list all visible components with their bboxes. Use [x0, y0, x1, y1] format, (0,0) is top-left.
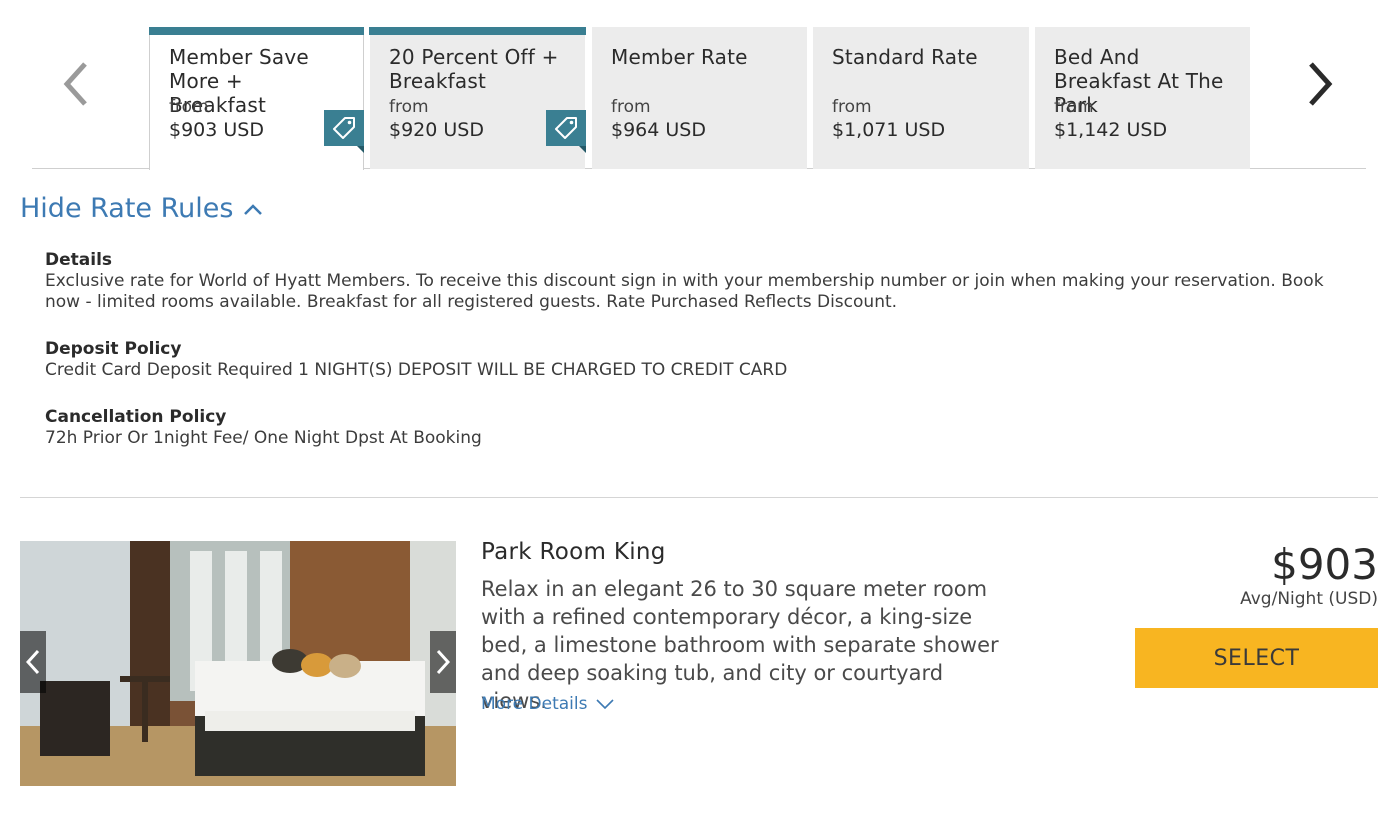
rate-tab-bed-and-breakfast-at-the-park[interactable]: Bed And Breakfast At The Park from $1,14… [1035, 27, 1250, 169]
chevron-left-icon [26, 649, 40, 675]
selected-tab-accent [149, 27, 364, 35]
rate-tab-price: $1,142 USD [1054, 119, 1168, 141]
rate-tab-price: $1,071 USD [832, 119, 946, 141]
rule-text: 72h Prior Or 1night Fee/ One Night Dpst … [45, 428, 482, 448]
offer-badge [546, 110, 586, 153]
room-price: $903 [1271, 540, 1378, 589]
rate-tab-20-percent-off-breakfast[interactable]: 20 Percent Off + Breakfast from $920 USD [369, 27, 586, 169]
rule-title: Deposit Policy [45, 339, 182, 359]
more-details-label: More Details [481, 694, 588, 714]
chevron-down-icon [596, 699, 615, 709]
rate-tab-from: from [1054, 97, 1094, 117]
price-note: Avg/Night (USD) [1240, 589, 1378, 609]
rate-tab-price: $920 USD [389, 119, 484, 141]
rule-text: Credit Card Deposit Required 1 NIGHT(S) … [45, 360, 788, 380]
rate-tab-member-save-more-breakfast[interactable]: Member Save More + Breakfast from $903 U… [149, 27, 364, 170]
price-tag-icon [555, 117, 577, 139]
chevron-left-icon [63, 62, 87, 106]
room-illustration [20, 541, 456, 786]
hide-rate-rules-label: Hide Rate Rules [20, 193, 234, 224]
carousel-next-button[interactable] [1302, 54, 1338, 114]
chevron-right-icon [436, 649, 450, 675]
rate-tab-standard-rate[interactable]: Standard Rate from $1,071 USD [813, 27, 1029, 169]
rule-cancellation-policy: Cancellation Policy 72h Prior Or 1night … [45, 407, 1345, 449]
rate-tab-name: 20 Percent Off + Breakfast [389, 45, 559, 93]
rule-details: Details Exclusive rate for World of Hyat… [45, 250, 1345, 313]
chevron-right-icon [1309, 62, 1333, 106]
rule-title: Details [45, 250, 113, 270]
photo-prev-button[interactable] [20, 631, 46, 693]
section-divider [20, 497, 1378, 498]
rate-tab-name: Member Rate [611, 45, 748, 69]
chevron-up-icon [244, 203, 263, 215]
rate-tab-from: from [389, 97, 429, 117]
rate-tab-from: from [611, 97, 651, 117]
price-tag-icon [333, 117, 355, 139]
rule-deposit-policy: Deposit Policy Credit Card Deposit Requi… [45, 339, 1345, 381]
tab-accent [369, 27, 586, 35]
offer-badge [324, 110, 364, 153]
rule-title: Cancellation Policy [45, 407, 227, 427]
rate-rules-panel: Details Exclusive rate for World of Hyat… [45, 250, 1345, 475]
rate-tab-from: from [832, 97, 872, 117]
rate-tab-price: $903 USD [169, 119, 264, 141]
hotel-room-photo [20, 541, 456, 786]
hide-rate-rules-toggle[interactable]: Hide Rate Rules [20, 193, 263, 224]
rate-tab-from: from [169, 97, 209, 117]
more-details-link[interactable]: More Details [481, 694, 615, 714]
rate-tab-member-rate[interactable]: Member Rate from $964 USD [592, 27, 807, 169]
carousel-prev-button[interactable] [58, 54, 94, 114]
rule-text: Exclusive rate for World of Hyatt Member… [45, 271, 1324, 312]
rate-tab-price: $964 USD [611, 119, 706, 141]
select-button[interactable]: SELECT [1135, 628, 1378, 688]
rate-tab-name: Standard Rate [832, 45, 978, 69]
photo-next-button[interactable] [430, 631, 456, 693]
room-name: Park Room King [481, 539, 666, 565]
